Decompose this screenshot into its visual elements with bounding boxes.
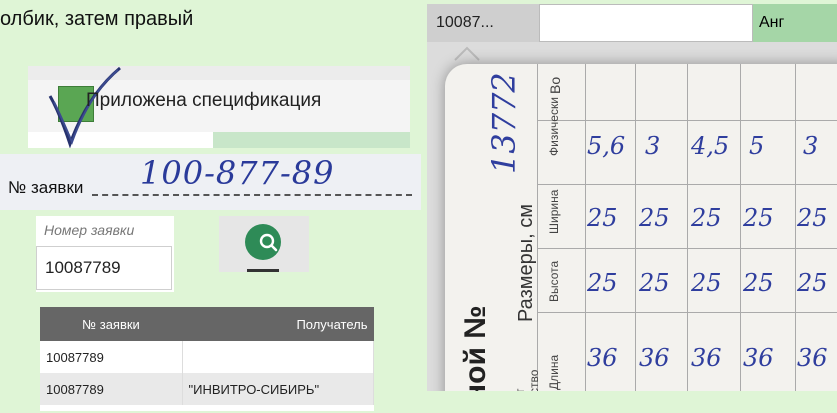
results-table-panel: № заявки Получатель 10087789 10087789 "И… — [40, 307, 374, 411]
side-text: ство — [527, 369, 541, 391]
document-photo-panel: ной № 13772 Размеры, см Длина Высота Шир… — [427, 42, 837, 391]
document-photo: ной № 13772 Размеры, см Длина Высота Шир… — [445, 64, 837, 391]
recipient-cell[interactable]: Анг — [753, 4, 837, 42]
column-header[interactable]: Получатель — [182, 307, 374, 341]
search-button[interactable] — [245, 224, 281, 260]
table-row[interactable]: 10087789 — [40, 341, 374, 373]
column-header: Ширина — [547, 189, 561, 234]
search-icon — [259, 233, 278, 252]
handwritten-cell: 25 — [691, 269, 722, 297]
handwritten-cell: 36 — [691, 344, 722, 372]
divider — [795, 64, 796, 391]
application-number-input[interactable] — [36, 246, 172, 290]
handwritten-cell: 25 — [639, 269, 670, 297]
table-cell: "ИНВИТРО-СИБИРЬ" — [182, 373, 374, 405]
handwritten-number: 100-877-89 — [140, 154, 335, 192]
handwritten-cell: 25 — [587, 269, 618, 297]
handwritten-cell: 25 — [743, 269, 774, 297]
handwritten-cell: 25 — [797, 204, 828, 232]
dashed-line — [92, 194, 412, 196]
search-field-panel: Номер заявки — [36, 216, 174, 292]
column-header: Высота — [547, 260, 561, 302]
chevron-up-icon[interactable] — [447, 42, 487, 64]
table-cell — [182, 341, 374, 373]
divider — [687, 64, 688, 391]
handwritten-cell: 5 — [749, 132, 765, 160]
specification-checkbox-panel: Приложена спецификация — [28, 66, 410, 148]
handwritten-cell: 5,6 — [587, 132, 626, 160]
divider — [740, 64, 741, 391]
sizes-label: Размеры, см — [515, 204, 537, 322]
divider — [585, 64, 586, 391]
column-header: Во — [547, 76, 563, 94]
table-header: № заявки Получатель — [40, 307, 374, 341]
checkbox-label: Приложена спецификация — [86, 90, 322, 111]
application-id-cell[interactable]: 10087... — [427, 4, 539, 42]
search-button-panel — [219, 216, 309, 272]
divider — [247, 269, 279, 272]
column-header: Длина — [547, 354, 561, 390]
handwritten-cell: 25 — [797, 269, 828, 297]
handwritten-cell: 36 — [587, 344, 618, 372]
divider — [213, 132, 410, 148]
divider — [635, 64, 636, 391]
table-row[interactable]: 10087789 "ИНВИТРО-СИБИРЬ" — [40, 373, 374, 405]
handwritten-cell: 4,5 — [691, 132, 730, 160]
divider — [537, 120, 837, 121]
handwritten-cell: 25 — [691, 204, 722, 232]
handwritten-cell: 25 — [587, 204, 618, 232]
column-header[interactable]: № заявки — [40, 307, 182, 341]
handwritten-cell: 36 — [743, 344, 774, 372]
divider — [537, 248, 837, 249]
handwritten-cell: 36 — [797, 344, 828, 372]
form-title: ной № — [459, 305, 492, 391]
handwritten-cell: 25 — [743, 204, 774, 232]
column-header: Физически — [547, 97, 561, 156]
table-cell: 10087789 — [40, 373, 183, 405]
handwritten-cell: 25 — [639, 204, 670, 232]
handwritten-cell: 3 — [803, 132, 819, 160]
divider — [537, 312, 837, 313]
handwritten-number-panel: № заявки 100-877-89 — [0, 154, 421, 210]
search-input[interactable] — [539, 4, 753, 42]
side-text: т — [513, 389, 527, 392]
application-number-label: № заявки — [8, 178, 84, 197]
table-cell: 10087789 — [40, 341, 183, 373]
field-caption: Номер заявки — [44, 222, 135, 238]
form-number: 13772 — [485, 72, 523, 174]
instruction-text: олбик, затем правый — [0, 8, 194, 30]
results-table: № заявки Получатель 10087789 10087789 "И… — [40, 307, 374, 405]
top-search-bar: 10087... Анг — [427, 4, 837, 42]
divider — [537, 184, 837, 185]
handwritten-cell: 36 — [639, 344, 670, 372]
handwritten-cell: 3 — [645, 132, 661, 160]
